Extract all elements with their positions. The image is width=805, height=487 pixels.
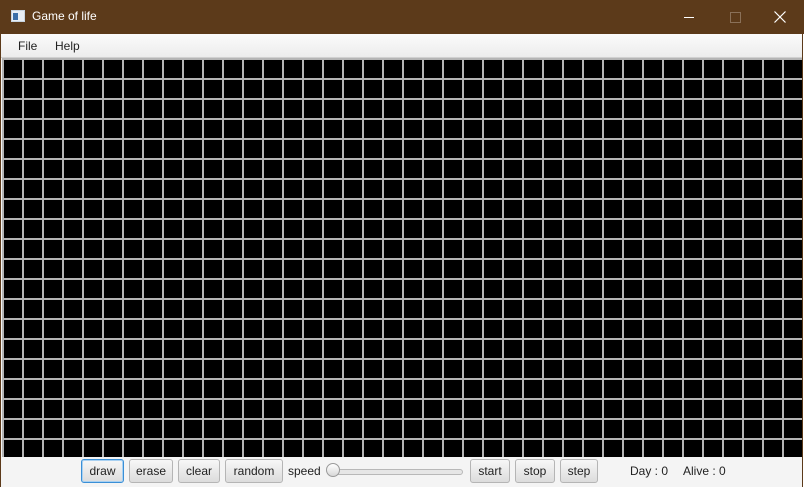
stop-button[interactable]: stop <box>515 459 555 483</box>
day-counter: Day : 0 <box>630 464 669 478</box>
speed-slider-thumb[interactable] <box>326 463 340 477</box>
bottom-toolbar: draw erase clear random speed start stop… <box>1 457 802 487</box>
speed-slider-track[interactable] <box>327 469 463 475</box>
life-grid-canvas[interactable] <box>2 58 802 457</box>
draw-button[interactable]: draw <box>81 459 124 483</box>
menu-bar: File Help <box>1 34 802 58</box>
maximize-button[interactable] <box>712 0 758 34</box>
close-icon <box>774 11 786 23</box>
step-button[interactable]: step <box>560 459 598 483</box>
random-button[interactable]: random <box>225 459 283 483</box>
menu-help[interactable]: Help <box>55 39 80 53</box>
clear-button[interactable]: clear <box>178 459 220 483</box>
menu-file[interactable]: File <box>18 39 37 53</box>
title-bar[interactable]: Game of life <box>1 0 804 34</box>
app-window-icon <box>11 10 25 22</box>
window-title: Game of life <box>32 9 97 23</box>
close-button[interactable] <box>758 0 804 34</box>
speed-label: speed <box>288 464 321 478</box>
alive-counter: Alive : 0 <box>683 464 726 478</box>
app-window: Game of life File Help draw erase clear … <box>0 0 804 487</box>
minimize-button[interactable] <box>666 0 712 34</box>
erase-button[interactable]: erase <box>129 459 173 483</box>
start-button[interactable]: start <box>470 459 510 483</box>
